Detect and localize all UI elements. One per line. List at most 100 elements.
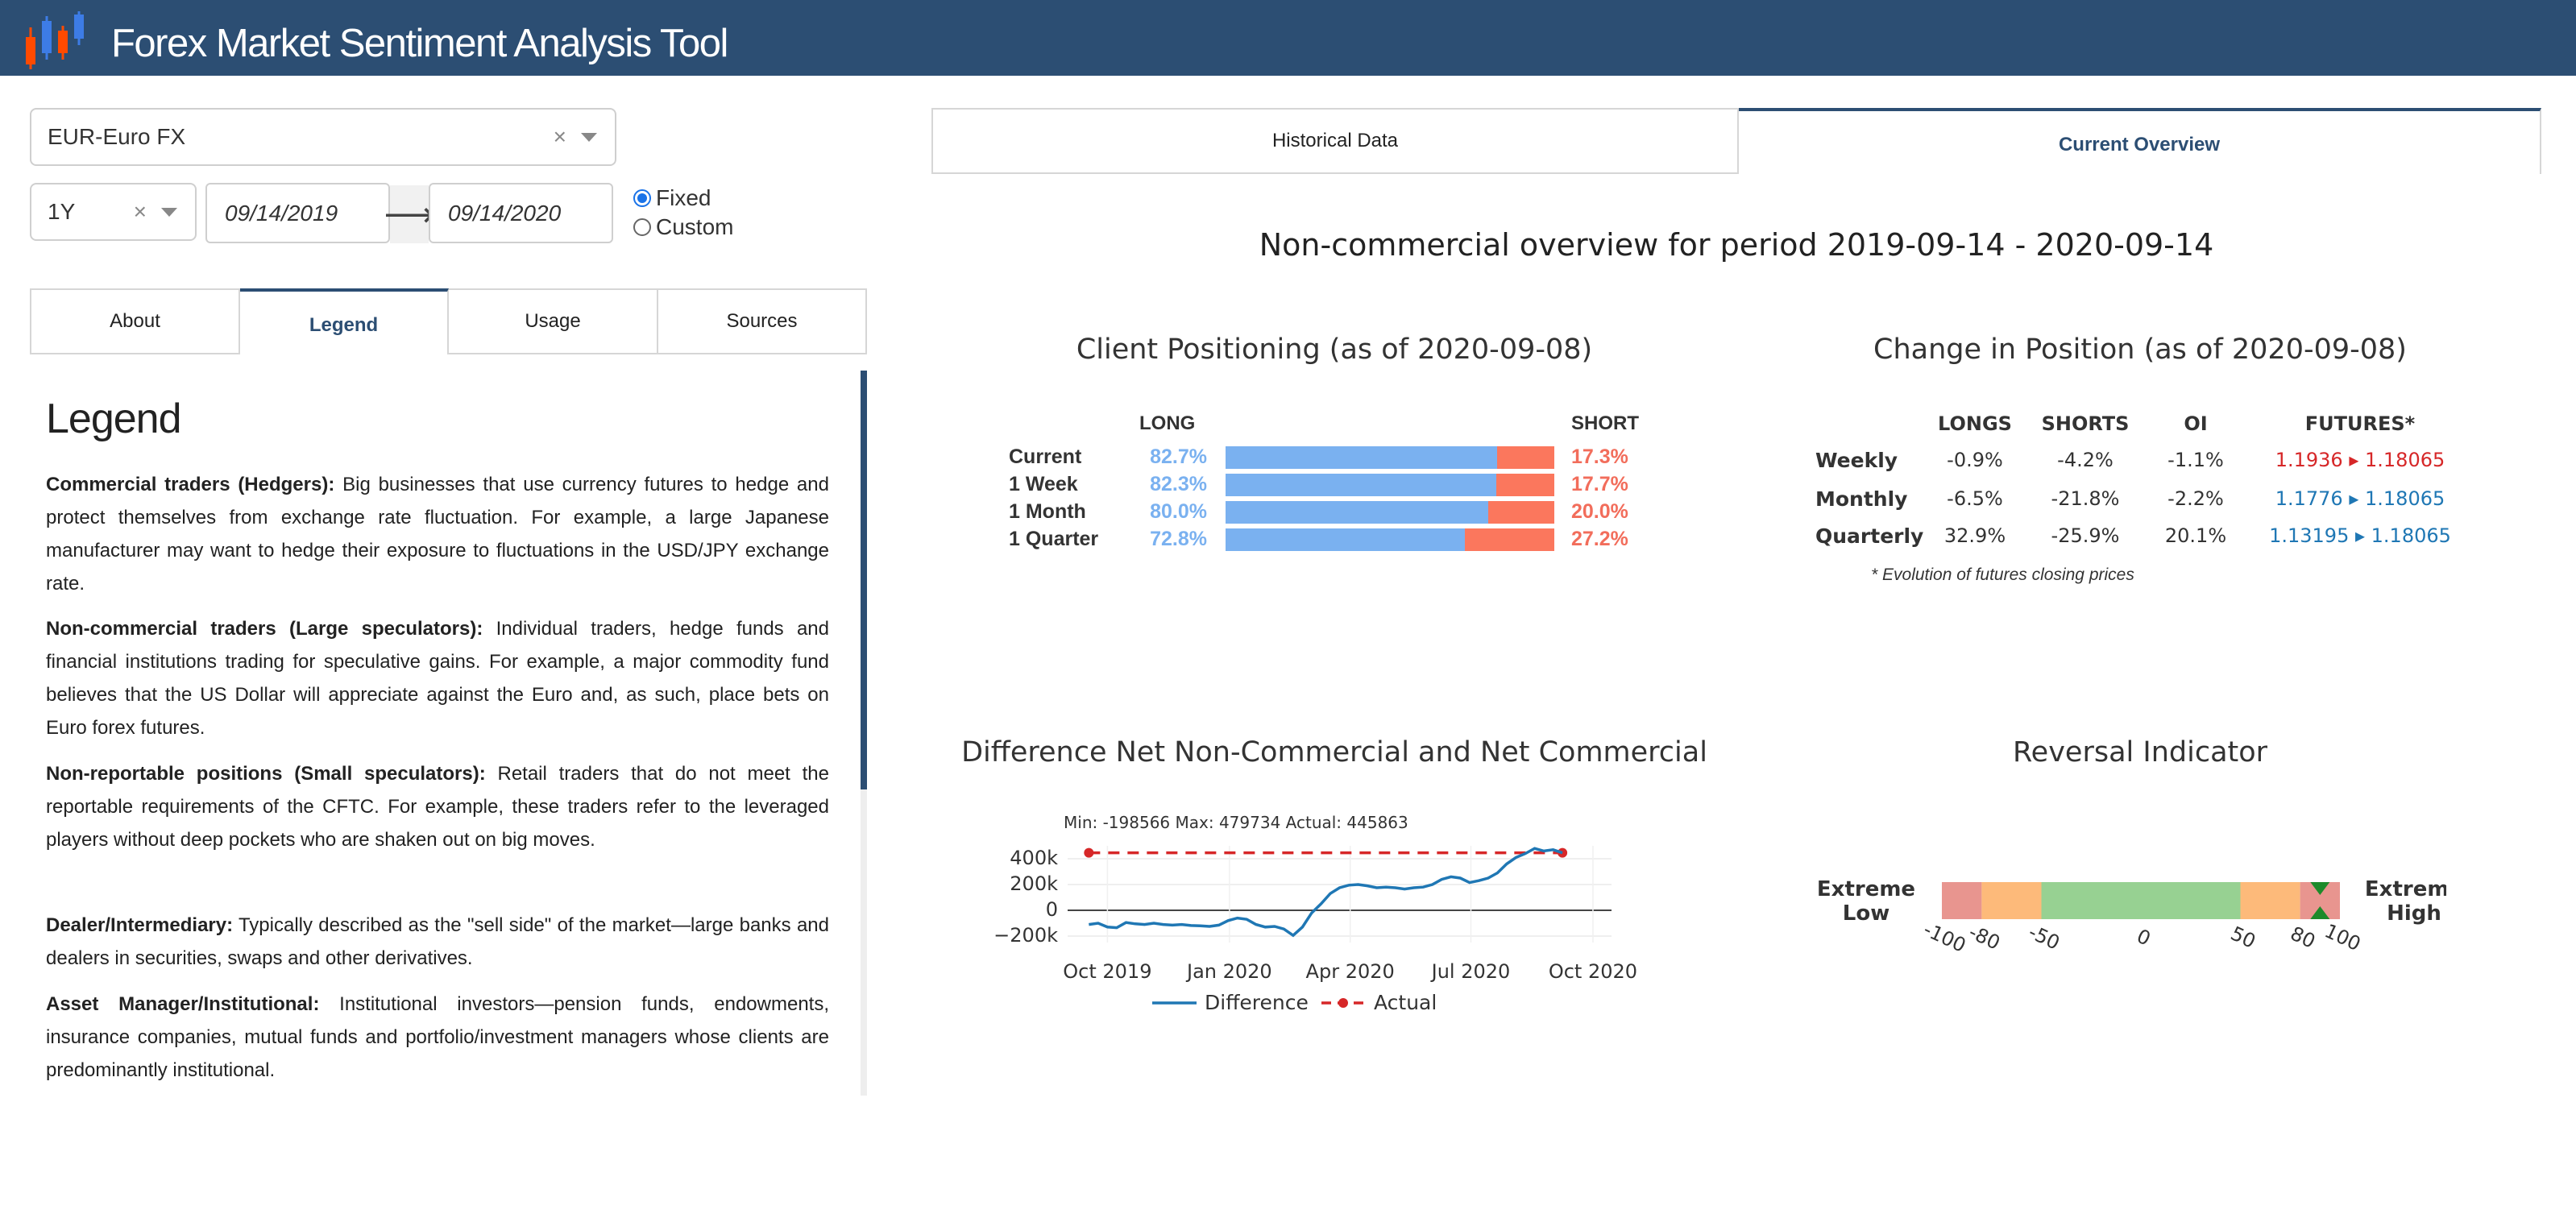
positioning-bar (1226, 528, 1554, 551)
legend-item-dealer: Dealer/Intermediary: Typically described… (46, 909, 829, 975)
x-tick-label: Oct 2019 (1063, 960, 1151, 983)
futures-change: 1.13195 ▸ 1.18065 (2243, 524, 2477, 547)
clear-icon[interactable]: × (554, 124, 566, 150)
legend-scrollbar-thumb[interactable] (861, 371, 867, 789)
radio-fixed-control[interactable] (633, 189, 651, 207)
shorts-change: -21.8% (2051, 487, 2120, 510)
positioning-row-label: 1 Quarter (1009, 528, 1099, 550)
long-bar (1226, 528, 1466, 551)
reversal-tick-label: -100 (1920, 918, 1969, 957)
chevron-down-icon[interactable] (161, 207, 177, 217)
end-date-input[interactable]: 09/14/2020 (429, 183, 613, 243)
change-row-label: Monthly (1815, 487, 1908, 511)
short-bar (1497, 446, 1554, 469)
y-tick-label: 400k (1010, 847, 1058, 869)
right-tab-bar: Historical Data Current Overview (931, 108, 2541, 174)
extreme-low-label: Extreme (1817, 877, 1915, 901)
futures-from: 1.13195 (2269, 524, 2350, 547)
header-futures: FUTURES* (2304, 412, 2416, 435)
currency-value: EUR-Euro FX (48, 124, 186, 149)
actual-point (1084, 847, 1094, 858)
short-percent: 17.3% (1571, 445, 1628, 468)
futures-from: 1.1936 (2275, 449, 2343, 471)
clear-icon[interactable]: × (134, 199, 147, 225)
legend-term: Commercial traders (Hedgers): (46, 474, 335, 495)
tab-usage[interactable]: Usage (449, 288, 658, 354)
reversal-tick-label: 80 (2287, 922, 2319, 953)
tab-about[interactable]: About (30, 288, 240, 354)
short-percent: 17.7% (1571, 473, 1628, 495)
extreme-low-label-2: Low (1843, 901, 1889, 926)
x-tick-label: Apr 2020 (1306, 960, 1395, 983)
short-bar (1495, 474, 1554, 496)
radio-fixed-label: Fixed (656, 185, 711, 210)
futures-change: 1.1776 ▸ 1.18065 (2243, 487, 2477, 510)
reversal-title: Reversal Indicator (2012, 736, 2268, 769)
arrow-right-icon: ▸ (2342, 449, 2366, 471)
x-tick-label: Oct 2020 (1549, 960, 1637, 983)
legend-difference-label: Difference (1205, 991, 1309, 1014)
long-percent: 82.7% (1150, 445, 1207, 468)
header-longs: LONGS (1938, 412, 2012, 435)
futures-footnote: * Evolution of futures closing prices (1871, 566, 2134, 584)
change-row-label: Quarterly (1815, 524, 1924, 548)
long-percent: 72.8% (1150, 528, 1207, 550)
legend-term: Non-reportable positions (Small speculat… (46, 763, 486, 785)
reversal-zone (1981, 882, 2042, 919)
chart-title: Difference Net Non-Commercial and Net Co… (961, 736, 1707, 769)
app-header: Forex Market Sentiment Analysis Tool (0, 0, 2576, 76)
long-bar (1226, 446, 1498, 469)
oi-change: -1.1% (2167, 449, 2224, 471)
chevron-down-icon[interactable] (581, 132, 597, 142)
futures-to: 1.18065 (2365, 487, 2445, 510)
y-tick-label: −200k (993, 924, 1058, 947)
legend-heading: Legend (46, 396, 182, 442)
date-range-arrow-icon: ⟶ (384, 185, 435, 243)
tab-historical-data[interactable]: Historical Data (931, 108, 1739, 174)
tab-current-overview[interactable]: Current Overview (1739, 108, 2541, 174)
oi-change: -2.2% (2167, 487, 2224, 510)
radio-custom[interactable]: Custom (633, 214, 733, 240)
header-oi: OI (2184, 412, 2208, 435)
longs-change: -6.5% (1947, 487, 2003, 510)
positioning-bar (1226, 501, 1554, 524)
difference-chart[interactable]: Min: -198566 Max: 479734 Actual: 445863 … (975, 806, 1652, 1039)
shorts-change: -4.2% (2057, 449, 2113, 471)
longs-change: -0.9% (1947, 449, 2003, 471)
radio-fixed[interactable]: Fixed (633, 185, 711, 211)
reversal-indicator: Extreme Low Extreme High -100-80 -50 0 50 80… (1817, 877, 2446, 957)
legend-item-noncommercial: Non-commercial traders (Large speculator… (46, 612, 829, 744)
y-tick-label: 200k (1010, 872, 1058, 895)
long-percent: 82.3% (1150, 473, 1207, 495)
short-header: SHORT (1571, 412, 1639, 434)
y-tick-label: 0 (1046, 898, 1058, 921)
positioning-row-label: 1 Month (1009, 500, 1086, 523)
legend-term: Dealer/Intermediary: (46, 914, 234, 936)
x-tick-label: Jan 2020 (1185, 960, 1272, 983)
longs-change: 32.9% (1943, 524, 2006, 547)
legend-actual-label: Actual (1374, 991, 1437, 1014)
header-shorts: SHORTS (2041, 412, 2130, 435)
tab-legend[interactable]: Legend (240, 288, 449, 354)
overview-title: Non-commercial overview for period 2019-… (1259, 227, 2214, 263)
reversal-tick-label: -80 (1965, 921, 2003, 955)
difference-line (1089, 847, 1563, 938)
tab-sources[interactable]: Sources (658, 288, 867, 354)
positioning-bar (1226, 474, 1554, 496)
long-header: LONG (1139, 412, 1196, 434)
short-bar (1488, 501, 1554, 524)
extreme-high-label: Extreme (2365, 877, 2446, 901)
reversal-zone (1942, 882, 1982, 919)
oi-change: 20.1% (2164, 524, 2227, 547)
candlestick-logo-icon (26, 11, 84, 69)
period-dropdown[interactable]: 1Y × (30, 183, 197, 241)
long-percent: 80.0% (1150, 500, 1207, 523)
currency-dropdown[interactable]: EUR-Euro FX × (30, 108, 616, 166)
change-title: Change in Position (as of 2020-09-08) (1873, 334, 2407, 366)
reversal-tick-label: 50 (2227, 922, 2259, 953)
short-bar (1465, 528, 1554, 551)
positioning-row-label: Current (1009, 445, 1082, 468)
arrow-right-icon: ▸ (2342, 487, 2366, 510)
start-date-input[interactable]: 09/14/2019 (205, 183, 390, 243)
radio-custom-control[interactable] (633, 218, 651, 236)
